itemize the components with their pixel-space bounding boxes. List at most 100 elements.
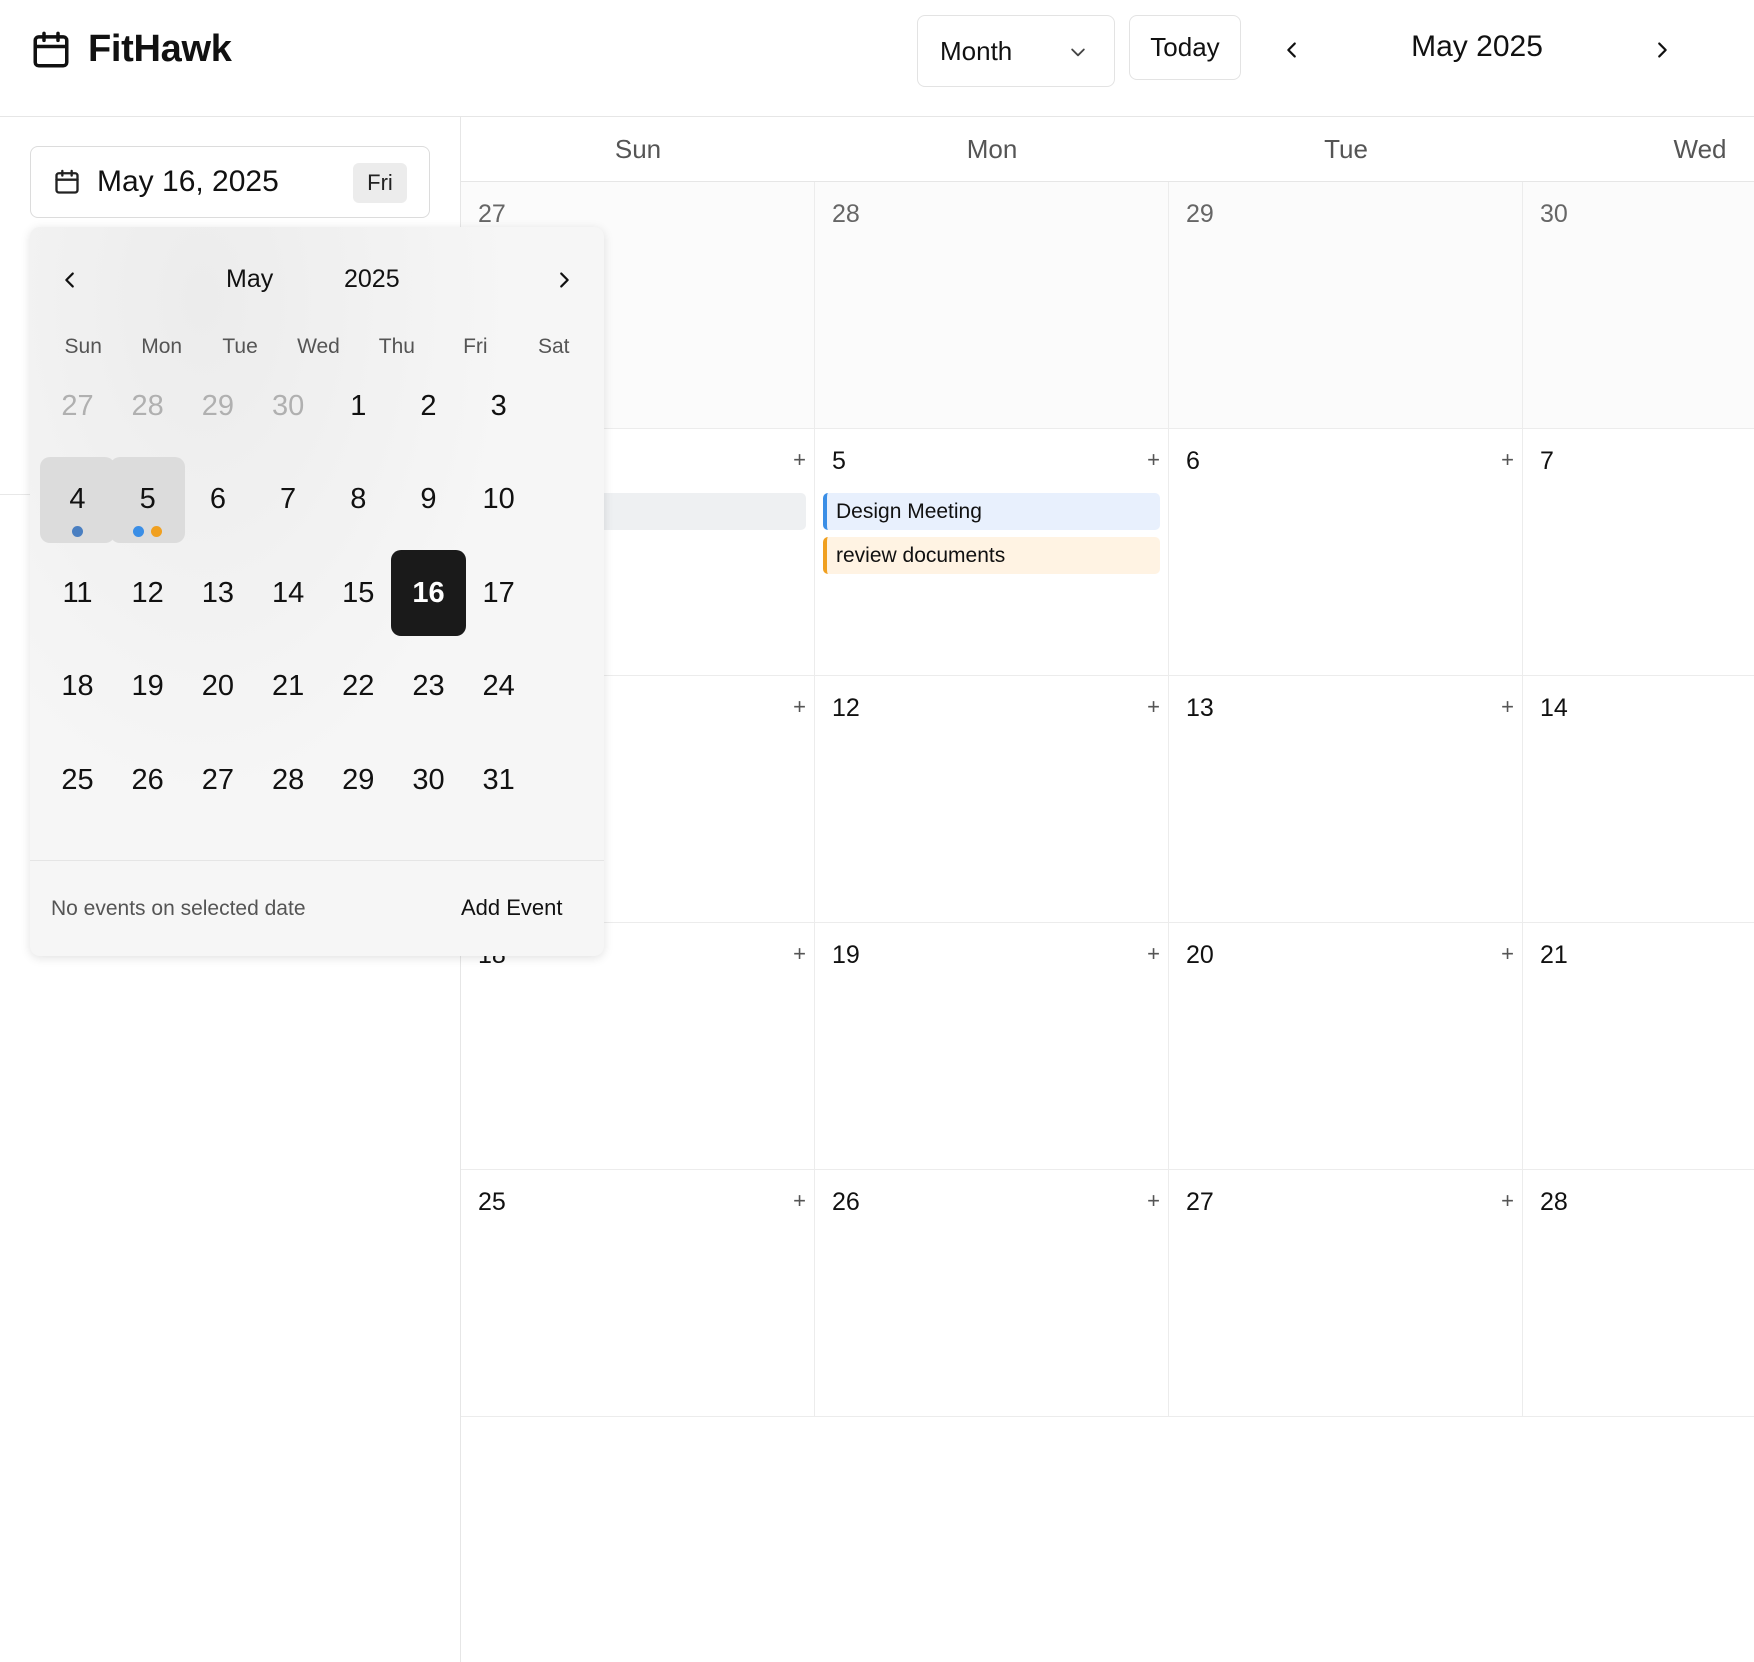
day-cell[interactable]: 20 + <box>1169 923 1523 1170</box>
mini-calendar-day[interactable]: 18 <box>40 644 115 730</box>
mini-calendar-day[interactable]: 29 <box>180 363 255 449</box>
mini-calendar-day[interactable]: 26 <box>110 737 185 823</box>
day-cell-number: 19 <box>832 941 860 969</box>
day-cell[interactable]: 30 <box>1523 182 1754 429</box>
mini-calendar-day[interactable]: 29 <box>321 737 396 823</box>
day-cell-number: 21 <box>1540 941 1568 969</box>
view-select[interactable]: Month <box>917 15 1115 87</box>
mini-calendar-day-number: 5 <box>139 483 156 515</box>
mini-calendar-day[interactable]: 11 <box>40 550 115 636</box>
mini-calendar-day[interactable]: 14 <box>251 550 326 636</box>
mini-calendar-day[interactable]: 2 <box>391 363 466 449</box>
mini-calendar-day-selected[interactable]: 16 <box>391 550 466 636</box>
brand[interactable]: FitHawk <box>30 28 232 71</box>
mini-calendar-day[interactable]: 1 <box>321 363 396 449</box>
day-cell[interactable]: 18+ <box>461 923 815 1170</box>
day-cell-number: 28 <box>832 200 860 228</box>
plus-icon[interactable]: + <box>1501 447 1514 473</box>
mini-calendar-day[interactable]: 17 <box>461 550 536 636</box>
mini-calendar-day[interactable]: 6 <box>180 457 255 543</box>
event-chip[interactable]: review documents <box>823 537 1160 574</box>
plus-icon[interactable]: + <box>1501 694 1514 720</box>
mini-calendar-day[interactable]: 30 <box>251 363 326 449</box>
mini-calendar-day[interactable]: 21 <box>251 644 326 730</box>
mini-calendar-day-number: 6 <box>209 483 226 515</box>
plus-icon[interactable]: + <box>793 447 806 473</box>
mini-calendar-day[interactable]: 20 <box>180 644 255 730</box>
day-cell[interactable]: 27 + <box>1169 1170 1523 1417</box>
day-cell[interactable]: 13 + <box>1169 676 1523 923</box>
plus-icon[interactable]: + <box>793 694 806 720</box>
plus-icon[interactable]: + <box>1501 941 1514 967</box>
mini-calendar-day[interactable]: 5 <box>110 456 186 543</box>
mini-calendar-day[interactable]: 28 <box>110 363 185 449</box>
plus-icon[interactable]: + <box>793 941 806 967</box>
mini-calendar-day[interactable]: 25 <box>40 737 115 823</box>
day-cell-number: 12 <box>832 694 860 722</box>
plus-icon[interactable]: + <box>793 1188 806 1214</box>
day-cell[interactable]: 14+ <box>1523 676 1754 923</box>
mini-calendar-day[interactable]: 27 <box>40 363 115 449</box>
mini-calendar-year[interactable]: 2025 <box>344 265 400 294</box>
mini-calendar-day[interactable]: 4 <box>40 456 115 543</box>
chevron-down-icon <box>1071 48 1085 57</box>
mini-calendar-day[interactable]: 27 <box>180 737 255 823</box>
day-cell[interactable]: 7+ <box>1523 429 1754 676</box>
day-cell-number: 7 <box>1540 447 1554 475</box>
mini-calendar-day[interactable]: 8 <box>321 457 396 543</box>
day-cell[interactable]: 6 + <box>1169 429 1523 676</box>
day-cell[interactable]: 19 + <box>815 923 1169 1170</box>
mini-calendar-next-button[interactable] <box>548 264 580 296</box>
mini-calendar-day[interactable]: 10 <box>461 457 536 543</box>
day-cell-number: 27 <box>1186 1188 1214 1216</box>
mini-calendar-month[interactable]: May <box>226 265 273 294</box>
no-events-message: No events on selected date <box>51 897 306 920</box>
day-cell[interactable]: 26 + <box>815 1170 1169 1417</box>
mini-calendar-day-number: 22 <box>342 670 375 702</box>
plus-icon[interactable]: + <box>1147 1188 1160 1214</box>
plus-icon[interactable]: + <box>1147 447 1160 473</box>
prev-month-button[interactable] <box>1276 34 1308 66</box>
event-dot <box>151 525 163 537</box>
date-picker-field[interactable]: May 16, 2025 Fri <box>30 146 430 218</box>
mini-calendar-day-number: 14 <box>271 576 305 609</box>
mini-calendar-day[interactable]: 31 <box>461 737 536 823</box>
mini-calendar-prev-button[interactable] <box>54 264 86 296</box>
mini-calendar-day-number: 11 <box>62 576 93 609</box>
mini-calendar-day[interactable]: 7 <box>251 457 326 543</box>
event-chip[interactable]: Design Meeting <box>823 493 1160 530</box>
day-cell[interactable]: 29 <box>1169 182 1523 429</box>
mini-calendar-day-number: 20 <box>201 670 235 702</box>
day-cell[interactable]: 12 + <box>815 676 1169 923</box>
day-cell[interactable]: 5 + Design Meeting review documents <box>815 429 1169 676</box>
today-button[interactable]: Today <box>1129 15 1241 80</box>
day-cell[interactable]: 25 + <box>461 1170 815 1417</box>
mini-calendar-day-number: 26 <box>131 763 164 796</box>
plus-icon[interactable]: + <box>1147 694 1160 720</box>
mini-calendar-weekday: Mon <box>141 335 183 358</box>
weekday-header-row: Sun Mon Tue Wed <box>461 117 1754 182</box>
mini-calendar-day[interactable]: 3 <box>461 363 536 449</box>
mini-calendar-day[interactable]: 28 <box>251 737 326 823</box>
mini-calendar-day[interactable]: 13 <box>180 550 255 636</box>
mini-calendar-day[interactable]: 12 <box>110 550 185 636</box>
mini-calendar-day-number: 29 <box>201 389 235 422</box>
add-event-button[interactable]: Add Event <box>461 895 563 921</box>
mini-calendar-day-number: 27 <box>201 763 235 796</box>
mini-calendar-day[interactable]: 30 <box>391 737 466 823</box>
mini-calendar-day[interactable]: 23 <box>391 644 466 730</box>
day-cell[interactable]: 21+ <box>1523 923 1754 1170</box>
calendar-icon <box>55 169 79 194</box>
current-month-label: May 2025 <box>1411 30 1543 63</box>
plus-icon[interactable]: + <box>1147 941 1160 967</box>
mini-calendar-day[interactable]: 22 <box>321 644 396 730</box>
mini-calendar-day[interactable]: 19 <box>110 644 185 730</box>
next-month-button[interactable] <box>1646 34 1678 66</box>
day-cell[interactable]: 28+ <box>1523 1170 1754 1417</box>
mini-calendar-day[interactable]: 15 <box>321 550 396 636</box>
event-indicator-dots <box>110 525 185 537</box>
mini-calendar-day[interactable]: 9 <box>391 457 466 543</box>
plus-icon[interactable]: + <box>1501 1188 1514 1214</box>
day-cell[interactable]: 28 <box>815 182 1169 429</box>
mini-calendar-day[interactable]: 24 <box>461 644 536 730</box>
